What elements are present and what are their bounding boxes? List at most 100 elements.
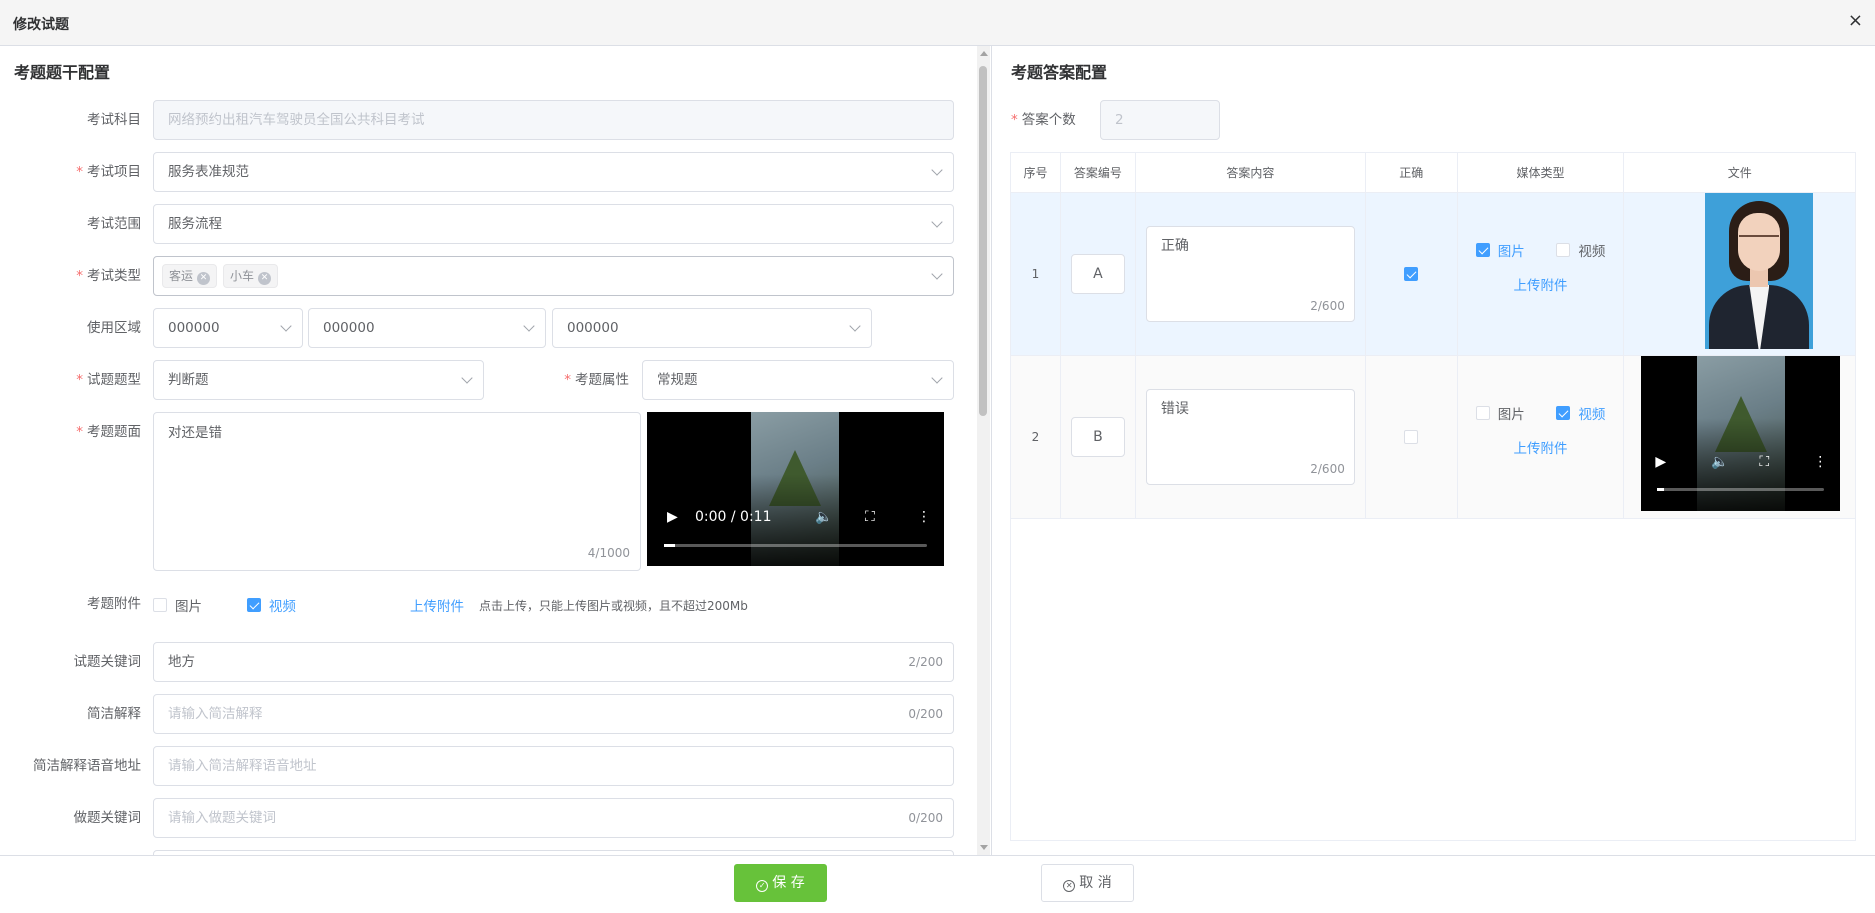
stem-label: 考题题面 xyxy=(87,424,141,440)
close-icon[interactable]: × xyxy=(1848,10,1863,31)
attachment-image-checkbox[interactable] xyxy=(153,598,167,612)
answer-count-label: 答案个数 xyxy=(1021,112,1076,128)
scope-value: 服务流程 xyxy=(168,216,222,232)
volume-icon[interactable]: 🔈 xyxy=(815,509,832,525)
answer-char-count: 2/600 xyxy=(1310,462,1345,476)
upload-attachment-link[interactable]: 上传附件 xyxy=(410,595,464,615)
media-image-checkbox[interactable] xyxy=(1475,243,1490,257)
media-image-label: 图片 xyxy=(1497,407,1525,423)
answer-count-input[interactable]: 2 xyxy=(1100,100,1220,140)
cancel-label: 取 消 xyxy=(1079,875,1112,891)
subject-input[interactable]: 网络预约出租汽车驾驶员全国公共科目考试 xyxy=(153,100,954,140)
check-circle-icon: ✓ xyxy=(756,880,769,892)
play-icon[interactable]: ▶ xyxy=(1655,454,1666,470)
region-select-district[interactable]: 000000 xyxy=(552,308,872,348)
upload-attachment-link[interactable]: 上传附件 xyxy=(1514,278,1568,294)
chevron-down-icon xyxy=(931,216,943,228)
volume-icon[interactable]: 🔈 xyxy=(1711,454,1728,470)
tag-keyun: 客运 ✕ xyxy=(162,264,218,288)
answer-code-input[interactable]: A xyxy=(1070,254,1125,294)
media-image-checkbox[interactable] xyxy=(1475,406,1490,420)
answer-table: 序号 答案编号 答案内容 正确 媒体类型 文件 1 A 正确 2/600 图片 xyxy=(1010,152,1856,519)
more-options-icon[interactable]: ⋮ xyxy=(917,509,931,525)
do-keywords-input[interactable]: 请输入做题关键词 0/200 xyxy=(153,798,954,838)
answer-content-value: 正确 xyxy=(1160,238,1189,254)
brief-input[interactable]: 请输入简洁解释 0/200 xyxy=(153,694,954,734)
region-label: 使用区域 xyxy=(87,320,141,336)
tag-label: 客运 xyxy=(169,269,194,283)
brief-placeholder: 请输入简洁解释 xyxy=(168,706,263,722)
subject-row: 考试科目 网络预约出租汽车驾驶员全国公共科目考试 xyxy=(0,100,960,140)
attribute-select[interactable]: 常规题 xyxy=(642,360,954,400)
answer-code-input[interactable]: B xyxy=(1070,417,1125,457)
region-select-city[interactable]: 000000 xyxy=(308,308,546,348)
upload-attachment-link[interactable]: 上传附件 xyxy=(1514,441,1568,457)
scope-label: 考试范围 xyxy=(87,216,141,232)
keywords-value: 地方 xyxy=(168,654,195,670)
project-row: * 考试项目 服务表准规范 xyxy=(0,152,960,192)
keywords-input[interactable]: 地方 2/200 xyxy=(153,642,954,682)
tag-close-icon[interactable]: ✕ xyxy=(258,272,272,285)
correct-checkbox[interactable] xyxy=(1404,267,1419,282)
chevron-down-icon xyxy=(849,320,861,332)
scope-select[interactable]: 服务流程 xyxy=(153,204,954,244)
scrollbar-thumb[interactable] xyxy=(979,66,987,416)
brief-row: 简洁解释 请输入简洁解释 0/200 xyxy=(0,694,960,734)
fullscreen-icon[interactable]: ⛶ xyxy=(1759,454,1769,470)
col-correct: 正确 xyxy=(1364,152,1458,193)
table-row: 2 B 错误 2/600 图片 视频 上传附件 ▶ 🔈 ⛶ ⋮ xyxy=(1010,355,1856,519)
video-progress-bar[interactable] xyxy=(1657,488,1825,491)
video-progress-fill xyxy=(664,544,675,547)
answer-content-textarea[interactable]: 正确 2/600 xyxy=(1145,226,1355,322)
row-index: 2 xyxy=(1010,355,1061,519)
question-type-select[interactable]: 判断题 xyxy=(153,360,484,400)
play-icon[interactable]: ▶ xyxy=(667,509,678,525)
do-keywords-label: 做题关键词 xyxy=(73,810,142,826)
brief-char-count: 0/200 xyxy=(908,707,943,721)
media-video-checkbox[interactable] xyxy=(1556,243,1571,257)
region-select-province[interactable]: 000000 xyxy=(153,308,303,348)
project-select[interactable]: 服务表准规范 xyxy=(153,152,954,192)
keywords-char-count: 2/200 xyxy=(908,655,943,669)
chevron-down-icon xyxy=(931,268,943,280)
scroll-down-arrow-icon[interactable] xyxy=(980,845,988,850)
do-keywords-char-count: 0/200 xyxy=(908,811,943,825)
stem-textarea[interactable]: 对还是错 4/1000 xyxy=(153,412,641,571)
brief-label: 简洁解释 xyxy=(87,706,141,722)
type-multiselect[interactable]: 客运 ✕ 小车 ✕ xyxy=(153,256,954,296)
col-media-type: 媒体类型 xyxy=(1456,152,1625,193)
answer-content-textarea[interactable]: 错误 2/600 xyxy=(1145,389,1355,485)
stem-video-player[interactable]: ▶ 0:00 / 0:11 🔈 ⛶ ⋮ xyxy=(647,412,944,566)
scroll-up-arrow-icon[interactable] xyxy=(980,51,988,56)
correct-checkbox[interactable] xyxy=(1404,430,1419,445)
cancel-button[interactable]: ✕ 取 消 xyxy=(1041,864,1134,902)
do-keywords-placeholder: 请输入做题关键词 xyxy=(168,810,276,826)
answer-video-player[interactable]: ▶ 🔈 ⛶ ⋮ xyxy=(1641,356,1841,511)
glasses xyxy=(1739,235,1780,245)
stem-char-count: 4/1000 xyxy=(587,546,630,560)
region-value: 000000 xyxy=(567,320,619,336)
edit-question-dialog: 修改试题 × 考题题干配置 考试科目 网络预约出租汽车驾驶员全国公共科目考试 *… xyxy=(0,0,1875,913)
project-label: 考试项目 xyxy=(87,164,141,180)
tag-xiaoche: 小车 ✕ xyxy=(223,264,279,288)
save-button[interactable]: ✓ 保 存 xyxy=(734,864,827,902)
answer-photo-image[interactable] xyxy=(1705,193,1814,349)
brief-audio-label: 简洁解释语音地址 xyxy=(33,758,141,774)
media-video-label: 视频 xyxy=(1578,244,1606,260)
tag-close-icon[interactable]: ✕ xyxy=(197,272,211,285)
brief-audio-input[interactable]: 请输入简洁解释语音地址 xyxy=(153,746,954,786)
attachment-video-checkbox[interactable] xyxy=(246,598,261,612)
stem-value: 对还是错 xyxy=(168,425,222,441)
type-row: * 考试类型 客运 ✕ 小车 ✕ xyxy=(0,256,960,296)
dialog-footer: ✓ 保 存 ✕ 取 消 xyxy=(0,855,1875,913)
do-keywords-row: 做题关键词 请输入做题关键词 0/200 xyxy=(0,798,960,838)
attachment-image-label: 图片 xyxy=(175,599,202,615)
col-code: 答案编号 xyxy=(1059,152,1136,193)
project-value: 服务表准规范 xyxy=(168,164,249,180)
video-progress-bar[interactable] xyxy=(664,544,927,547)
left-scrollbar[interactable] xyxy=(977,46,990,855)
media-video-checkbox[interactable] xyxy=(1556,406,1571,420)
fullscreen-icon[interactable]: ⛶ xyxy=(865,509,875,525)
region-value: 000000 xyxy=(168,320,220,336)
more-options-icon[interactable]: ⋮ xyxy=(1813,454,1827,470)
